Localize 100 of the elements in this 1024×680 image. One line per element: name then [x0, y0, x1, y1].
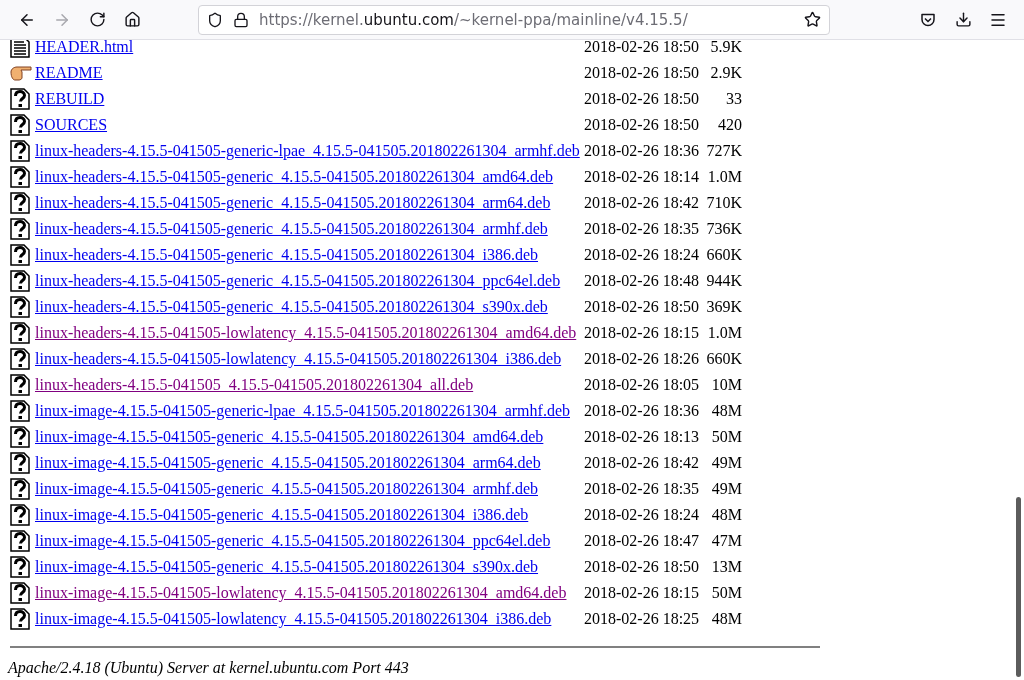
- file-link[interactable]: README: [35, 64, 103, 81]
- file-link[interactable]: linux-image-4.15.5-041505-generic_4.15.5-041505.201802261304_armhf.deb: [35, 480, 538, 497]
- modified-date: 2018-02-26 18:50: [584, 40, 698, 56]
- modified-date: 2018-02-26 18:14: [584, 168, 698, 186]
- bookmark-star-icon[interactable]: [804, 11, 821, 28]
- unknown-file-icon: [10, 426, 30, 448]
- file-size: 710K: [705, 194, 742, 212]
- modified-date: 2018-02-26 18:26: [584, 350, 698, 368]
- modified-date: 2018-02-26 18:42: [584, 454, 698, 472]
- file-size: 50M: [710, 428, 742, 446]
- unknown-file-icon: [10, 166, 30, 188]
- modified-date: 2018-02-26 18:35: [584, 220, 698, 238]
- modified-date: 2018-02-26 18:05: [584, 376, 698, 394]
- unknown-file-icon: [10, 530, 30, 552]
- file-link[interactable]: linux-image-4.15.5-041505-generic_4.15.5-041505.201802261304_amd64.deb: [35, 428, 544, 445]
- file-link[interactable]: linux-headers-4.15.5-041505-generic_4.15.5-041505.201802261304_ppc64el.deb: [35, 272, 561, 289]
- file-size: 50M: [710, 584, 742, 602]
- file-link[interactable]: linux-image-4.15.5-041505-lowlatency_4.15.5-041505.201802261304_i386.deb: [35, 610, 552, 627]
- file-size: 736K: [705, 220, 742, 238]
- lock-icon: [233, 11, 249, 28]
- file-link[interactable]: SOURCES: [35, 116, 108, 133]
- pointing-hand-icon: [10, 65, 32, 81]
- file-link[interactable]: linux-headers-4.15.5-041505-generic-lpae_4.15.5-041505.201802261304_armhf.deb: [35, 142, 580, 159]
- url-text: https://kernel.: [259, 10, 364, 29]
- scrollbar-thumb[interactable]: [1016, 497, 1021, 677]
- modified-date: 2018-02-26 18:25: [584, 610, 698, 628]
- url-path: /~kernel-ppa/mainline/v4.15.5/: [453, 10, 688, 29]
- file-link[interactable]: linux-image-4.15.5-041505-generic-lpae_4.15.5-041505.201802261304_armhf.deb: [35, 402, 570, 419]
- file-size: 660K: [705, 350, 742, 368]
- file-link[interactable]: linux-headers-4.15.5-041505-generic_4.15.5-041505.201802261304_s390x.deb: [35, 298, 548, 315]
- unknown-file-icon: [10, 374, 30, 396]
- pocket-icon: [920, 11, 936, 28]
- file-size: 33: [725, 90, 742, 108]
- address-bar[interactable]: https://kernel.ubuntu.com/~kernel-ppa/mainline/v4.15.5/: [198, 4, 830, 35]
- file-link[interactable]: linux-headers-4.15.5-041505-lowlatency_4.15.5-041505.201802261304_amd64.deb: [35, 324, 577, 341]
- modified-date: 2018-02-26 18:50: [584, 558, 698, 576]
- modified-date: 2018-02-26 18:35: [584, 480, 698, 498]
- modified-date: 2018-02-26 18:15: [584, 584, 698, 602]
- file-size: 727K: [705, 142, 742, 160]
- unknown-file-icon: [10, 192, 30, 214]
- unknown-file-icon: [10, 322, 30, 344]
- url-domain: ubuntu.com: [363, 10, 454, 29]
- unknown-file-icon: [10, 114, 30, 136]
- download-icon: [954, 11, 972, 28]
- unknown-file-icon: [10, 140, 30, 162]
- modified-date: 2018-02-26 18:24: [584, 246, 698, 264]
- file-size: 48M: [710, 402, 742, 420]
- file-size: 49M: [710, 454, 742, 472]
- modified-date: 2018-02-26 18:50: [584, 90, 698, 108]
- file-link[interactable]: linux-image-4.15.5-041505-lowlatency_4.15.5-041505.201802261304_amd64.deb: [35, 584, 567, 601]
- file-size: 1.0M: [706, 324, 742, 342]
- unknown-file-icon: [10, 400, 30, 422]
- file-size: 420: [717, 116, 742, 134]
- modified-date: 2018-02-26 18:24: [584, 506, 698, 524]
- modified-date: 2018-02-26 18:50: [584, 64, 698, 82]
- file-link[interactable]: linux-headers-4.15.5-041505-generic_4.15.5-041505.201802261304_amd64.deb: [35, 168, 554, 185]
- modified-date: 2018-02-26 18:48: [584, 272, 698, 290]
- server-signature: Apache/2.4.18 (Ubuntu) Server at kernel.ubuntu.com Port 443: [8, 659, 410, 677]
- file-link[interactable]: linux-headers-4.15.5-041505-generic_4.15.5-041505.201802261304_arm64.deb: [35, 194, 551, 211]
- modified-date: 2018-02-26 18:50: [584, 298, 698, 316]
- file-size: 48M: [710, 506, 742, 524]
- unknown-file-icon: [10, 504, 30, 526]
- file-size: 47M: [710, 532, 742, 550]
- unknown-file-icon: [10, 218, 30, 240]
- modified-date: 2018-02-26 18:50: [584, 116, 698, 134]
- file-size: 10M: [710, 376, 742, 394]
- home-icon: [123, 11, 141, 28]
- unknown-file-icon: [10, 244, 30, 266]
- unknown-file-icon: [10, 478, 30, 500]
- file-size: 13M: [710, 558, 742, 576]
- modified-date: 2018-02-26 18:13: [584, 428, 698, 446]
- unknown-file-icon: [10, 582, 30, 604]
- file-link[interactable]: linux-image-4.15.5-041505-generic_4.15.5-041505.201802261304_ppc64el.deb: [35, 532, 551, 549]
- unknown-file-icon: [10, 452, 30, 474]
- file-size: 660K: [705, 246, 742, 264]
- file-link[interactable]: REBUILD: [35, 90, 105, 107]
- file-link[interactable]: linux-image-4.15.5-041505-generic_4.15.5-041505.201802261304_s390x.deb: [35, 558, 539, 575]
- file-link[interactable]: linux-headers-4.15.5-041505-generic_4.15.5-041505.201802261304_i386.deb: [35, 246, 538, 263]
- file-link[interactable]: HEADER.html: [35, 40, 134, 55]
- unknown-file-icon: [10, 296, 30, 318]
- file-link[interactable]: linux-headers-4.15.5-041505-generic_4.15.5-041505.201802261304_armhf.deb: [35, 220, 548, 237]
- unknown-file-icon: [10, 556, 30, 578]
- shield-icon: [207, 11, 223, 28]
- modified-date: 2018-02-26 18:36: [584, 142, 698, 160]
- file-size: 369K: [705, 298, 742, 316]
- file-link[interactable]: linux-image-4.15.5-041505-generic_4.15.5-041505.201802261304_arm64.deb: [35, 454, 541, 471]
- file-size: 48M: [710, 610, 742, 628]
- file-size: 1.0M: [706, 168, 742, 186]
- file-size: 2.9K: [709, 64, 742, 82]
- reload-icon: [88, 11, 106, 28]
- file-link[interactable]: linux-image-4.15.5-041505-generic_4.15.5-041505.201802261304_i386.deb: [35, 506, 529, 523]
- file-link[interactable]: linux-headers-4.15.5-041505_4.15.5-041505.201802261304_all.deb: [35, 376, 474, 393]
- file-size: 5.9K: [709, 40, 742, 56]
- file-link[interactable]: linux-headers-4.15.5-041505-lowlatency_4.15.5-041505.201802261304_i386.deb: [35, 350, 562, 367]
- file-size: 944K: [705, 272, 742, 290]
- modified-date: 2018-02-26 18:42: [584, 194, 698, 212]
- unknown-file-icon: [10, 270, 30, 292]
- modified-date: 2018-02-26 18:47: [584, 532, 698, 550]
- file-size: 49M: [710, 480, 742, 498]
- modified-date: 2018-02-26 18:15: [584, 324, 698, 342]
